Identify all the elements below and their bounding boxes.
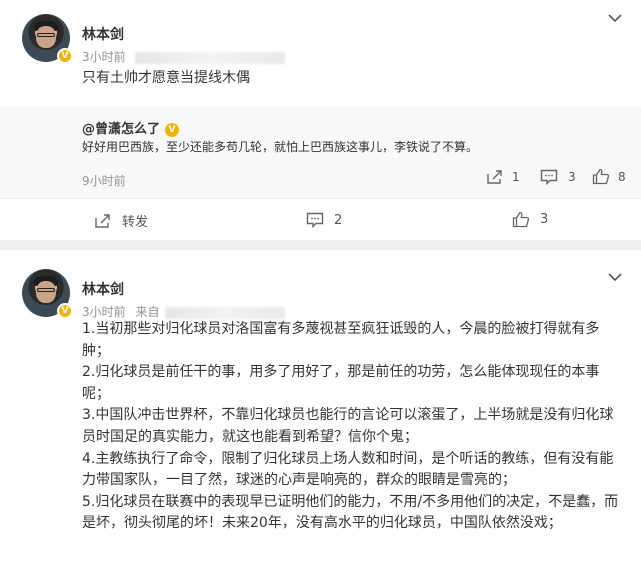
referenced-username[interactable]: @曾潇怎么了 V (82, 118, 180, 137)
post-line: 4.主教练执行了命令，限制了归化球员上场人数和时间，是个听话的教练，但有没有能 (82, 450, 614, 467)
repost-count: 1 (512, 170, 520, 184)
comment-icon (306, 212, 324, 228)
avatar[interactable]: V (22, 14, 73, 64)
comment-count: 2 (334, 212, 343, 228)
post-line: 呢； (82, 385, 110, 402)
referenced-comment-button[interactable]: 3 (540, 169, 576, 185)
post-card-1: V 林本剑 3小时前 只有土帅才愿意当提线木偶 @曾潇怎么了 V 好好用巴西族，至… (0, 0, 641, 240)
avatar-face (36, 26, 56, 48)
thumbs-up-icon (512, 211, 530, 228)
verified-badge-icon: V (57, 48, 73, 64)
avatar-face (36, 281, 56, 303)
post-line: 力带国家队，一目了然，球迷的心声是响亮的，群众的眼睛是雪亮的； (82, 472, 516, 489)
verified-badge-icon: V (165, 122, 180, 137)
post-line: 员时国足的真实能力，就这也能看到希望？信你个鬼； (82, 428, 418, 445)
chevron-down-icon[interactable] (608, 8, 622, 27)
thumbs-up-icon (592, 168, 610, 185)
comment-count: 3 (568, 170, 576, 184)
repost-icon (487, 170, 502, 184)
post-meta: 3小时前 来自 (82, 303, 286, 320)
repost-icon (95, 213, 110, 228)
post-text: 只有土帅才愿意当提线木偶 (82, 70, 250, 86)
post-line: 5.归化球员在联赛中的表现早已证明他们的能力，不用/不多用他们的决定，不是蠢，而 (82, 493, 619, 510)
referenced-time[interactable]: 9小时前 (82, 172, 126, 189)
avatar-glasses (37, 33, 55, 37)
avatar[interactable]: V (22, 269, 73, 319)
repost-label: 转发 (122, 215, 149, 230)
divider (0, 198, 641, 199)
like-count: 3 (540, 212, 549, 227)
source-prefix: 来自 (135, 305, 160, 319)
post-time[interactable]: 3小时前 (82, 50, 126, 64)
blurred-source (135, 51, 286, 64)
chevron-down-icon[interactable] (608, 267, 622, 286)
post-line: 3.中国队冲击世界杯，不靠归化球员也能行的言论可以滚蛋了，上半场就是没有归化球 (82, 407, 614, 424)
post-body: 1.当初那些对归化球员对洛国富有多蔑视甚至疯狂诋毁的人，今晨的脸被打得就有多 肿… (82, 319, 632, 535)
username[interactable]: 林本剑 (82, 279, 124, 299)
referenced-like-button[interactable]: 8 (592, 168, 626, 185)
repost-button[interactable]: 转发 (94, 211, 148, 230)
post-line: 2.归化球员是前任干的事，用多了用好了，那是前任的功劳，怎么能体现现任的本事 (82, 364, 600, 381)
post-line: 是坏，彻头彻尾的坏！未来20年，没有高水平的归化球员，中国队依然没戏； (82, 515, 562, 532)
comment-icon (540, 169, 558, 185)
username[interactable]: 林本剑 (82, 24, 124, 44)
post-meta: 3小时前 (82, 48, 286, 65)
post-line: 肿； (82, 342, 110, 359)
blurred-source (165, 306, 286, 319)
referenced-repost-button[interactable]: 1 (486, 169, 520, 185)
post-time[interactable]: 3小时前 (82, 305, 126, 319)
referenced-text: 好好用巴西族，至少还能多苟几轮，就怕上巴西族这事儿，李铁说了不算。 (82, 140, 479, 154)
comment-button[interactable]: 2 (306, 212, 342, 228)
like-count: 8 (618, 169, 626, 184)
post-line: 1.当初那些对归化球员对洛国富有多蔑视甚至疯狂诋毁的人，今晨的脸被打得就有多 (82, 321, 600, 337)
verified-badge-icon: V (57, 303, 73, 319)
avatar-glasses (37, 288, 55, 292)
like-button[interactable]: 3 (512, 211, 548, 228)
